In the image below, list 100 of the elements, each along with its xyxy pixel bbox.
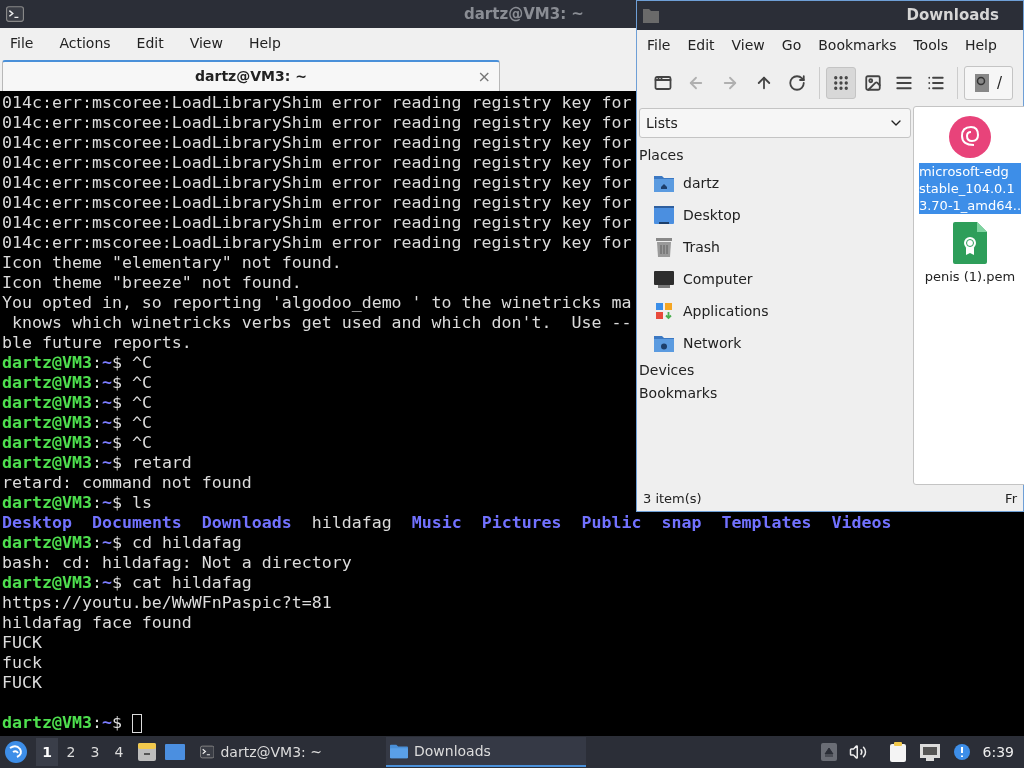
- network-icon[interactable]: [918, 743, 941, 761]
- terminal-line: 014c:err:mscoree:LoadLibraryShim error reading registry key for: [2, 93, 632, 113]
- prompt-line: dartz@VM3:~$ ls: [2, 493, 152, 513]
- terminal-line: fuck: [2, 653, 42, 673]
- window-title: Downloads: [906, 5, 999, 27]
- volume-icon[interactable]: [848, 743, 867, 761]
- status-text: 3 item(s): [643, 490, 702, 509]
- desktop-icon[interactable]: [164, 741, 186, 763]
- sidebar-item[interactable]: Desktop: [639, 199, 911, 231]
- terminal-line: retard: command not found: [2, 473, 252, 493]
- menu-item[interactable]: View: [731, 34, 765, 56]
- menu-item[interactable]: File: [647, 34, 671, 56]
- desktop-icon: [653, 204, 675, 226]
- ls-entry: Documents: [91, 513, 182, 533]
- section-heading: Bookmarks: [639, 384, 719, 403]
- drive-icon: [974, 74, 989, 92]
- section-heading: Devices: [639, 361, 696, 380]
- terminal-line: 014c:err:mscoree:LoadLibraryShim error reading registry key for: [2, 233, 632, 253]
- file-cabinet-icon[interactable]: [136, 741, 158, 763]
- swirl-logo-icon: [948, 115, 992, 159]
- terminal-line: 014c:err:mscoree:LoadLibraryShim error reading registry key for: [2, 153, 632, 173]
- terminal-icon: [200, 743, 215, 761]
- ls-entry: Music: [411, 513, 462, 533]
- terminal-line: https://youtu.be/WwWFnPaspic?t=81: [2, 593, 332, 613]
- terminal-line: ble future reports.: [2, 333, 192, 353]
- side-pane-dropdown[interactable]: Lists: [639, 108, 911, 138]
- grid-icon: [831, 74, 850, 92]
- sidebar-item[interactable]: Applications: [639, 295, 911, 327]
- section-heading: Places: [639, 146, 685, 165]
- sidebar-item[interactable]: Network: [639, 327, 911, 359]
- terminal-line: 014c:err:mscoree:LoadLibraryShim error reading registry key for: [2, 113, 632, 133]
- prompt-line: dartz@VM3:~$ ^C: [2, 373, 152, 393]
- taskbar-task[interactable]: Downloads: [386, 737, 586, 767]
- ls-entry: Videos: [831, 513, 892, 533]
- prompt-line: dartz@VM3:~$ cat hildafag: [2, 573, 252, 593]
- taskbar-task[interactable]: dartz@VM3: ~: [196, 737, 326, 767]
- menu-item[interactable]: Actions: [59, 32, 111, 54]
- clipboard-icon[interactable]: [888, 741, 907, 763]
- monitor-icon: [653, 268, 675, 290]
- status-text: Fr: [1005, 490, 1017, 509]
- view-mode-button[interactable]: [825, 67, 856, 99]
- menu-item[interactable]: File: [10, 32, 34, 54]
- terminal-line: You opted in, so reporting 'algodoo_demo ' to the winetricks ma: [2, 293, 632, 313]
- terminal-line: knows which winetricks verbs get used and which don't. Use --: [11, 313, 632, 333]
- window-title: dartz@VM3: ~: [464, 3, 584, 25]
- clock[interactable]: 6:39: [982, 741, 1014, 763]
- list-icon: [927, 74, 946, 92]
- ls-entry: Public: [581, 513, 642, 533]
- terminal-icon: [6, 5, 24, 23]
- menu-item[interactable]: Tools: [913, 34, 948, 56]
- new-tab-icon: [653, 74, 672, 92]
- prompt-line: dartz@VM3:~$ ^C: [2, 353, 152, 373]
- menu-item[interactable]: Edit: [687, 34, 715, 56]
- path-button[interactable]: /: [963, 66, 1013, 100]
- terminal-line: bash: cd: hildafag: Not a directory: [2, 553, 352, 573]
- start-menu-icon[interactable]: [4, 740, 28, 764]
- sidebar-item[interactable]: Trash: [639, 231, 911, 263]
- ls-entry: Templates: [721, 513, 812, 533]
- image-icon: [863, 74, 882, 92]
- prompt-line: dartz@VM3:~$ ^C: [2, 413, 152, 433]
- menu-item[interactable]: Go: [781, 34, 802, 56]
- sidebar-item[interactable]: dartz: [639, 167, 911, 199]
- prompt-line: dartz@VM3:~$ ^C: [2, 433, 152, 453]
- terminal-line: 014c:err:mscoree:LoadLibraryShim error reading registry key for: [2, 133, 632, 153]
- ls-entry: hildafag: [311, 513, 392, 533]
- menu-item[interactable]: Help: [248, 32, 281, 54]
- forward-icon: [721, 74, 739, 92]
- menu-item[interactable]: Edit: [136, 32, 164, 54]
- ls-entry: snap: [661, 513, 702, 533]
- menu-item[interactable]: View: [189, 32, 223, 54]
- terminal-line: FUCK: [2, 633, 42, 653]
- file-name[interactable]: penis (1).pem: [924, 268, 1016, 285]
- folder-icon: [390, 743, 408, 759]
- sidebar-item[interactable]: Computer: [639, 263, 911, 295]
- terminal-line: FUCK: [2, 673, 42, 693]
- notification-icon[interactable]: [952, 743, 971, 761]
- applications-icon: [653, 300, 675, 322]
- close-tab-button[interactable]: ×: [477, 68, 491, 85]
- menu-item[interactable]: Bookmarks: [818, 34, 897, 56]
- prompt-line: dartz@VM3:~$: [2, 713, 122, 733]
- workspace-button[interactable]: 3: [84, 738, 106, 766]
- workspace-button[interactable]: 4: [108, 738, 130, 766]
- lines-icon: [895, 74, 914, 92]
- cursor: [131, 713, 142, 733]
- terminal-line: 014c:err:mscoree:LoadLibraryShim error reading registry key for: [2, 173, 632, 193]
- menu-item[interactable]: Help: [964, 34, 997, 56]
- trash-icon: [653, 236, 675, 258]
- eject-icon[interactable]: [820, 743, 837, 761]
- certificate-file-icon: [953, 222, 987, 264]
- ls-entry: Desktop: [2, 513, 72, 533]
- folder-icon: [643, 7, 659, 24]
- workspace-button[interactable]: 1: [36, 738, 58, 766]
- terminal-line: 014c:err:mscoree:LoadLibraryShim error reading registry key for: [2, 193, 632, 213]
- ls-entry: Downloads: [201, 513, 292, 533]
- terminal-tab[interactable]: dartz@VM3: ~ ×: [2, 60, 500, 91]
- workspace-button[interactable]: 2: [60, 738, 82, 766]
- terminal-line: Icon theme "elementary" not found.: [2, 253, 342, 273]
- reload-icon: [788, 74, 807, 92]
- prompt-line: dartz@VM3:~$ cd hildafag: [2, 533, 242, 553]
- terminal-line: Icon theme "breeze" not found.: [2, 273, 302, 293]
